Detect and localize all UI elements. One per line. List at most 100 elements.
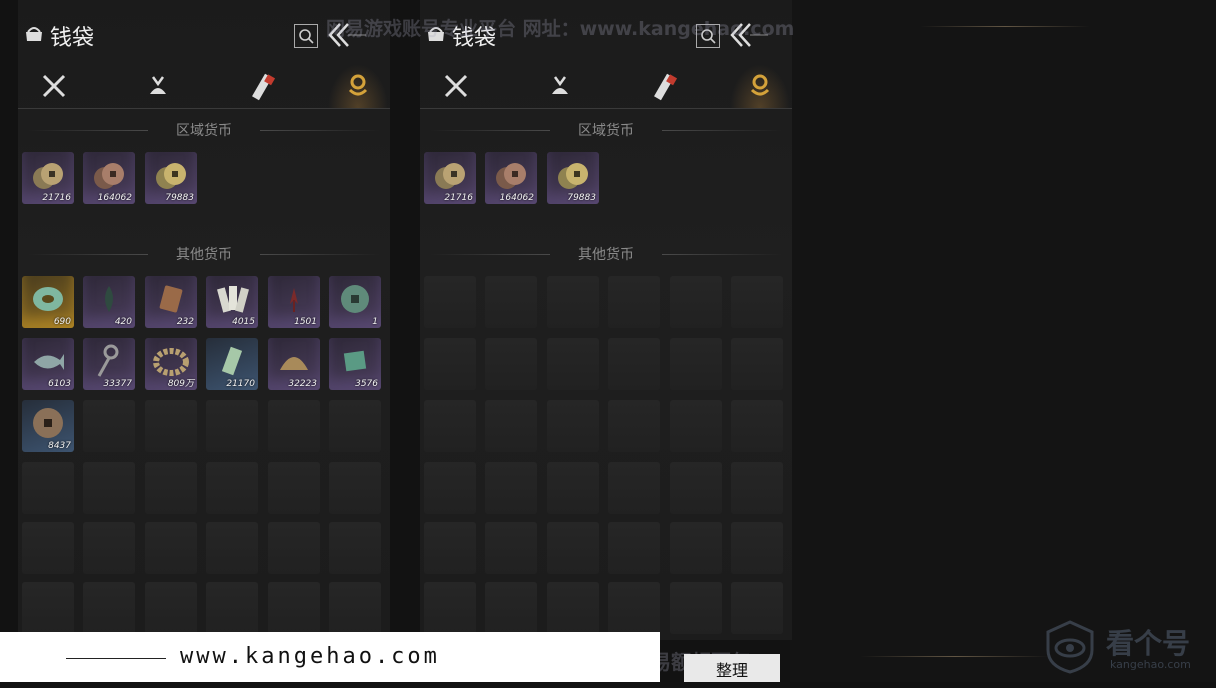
currency-slot[interactable]: 1501: [268, 276, 320, 328]
tab-scrolls[interactable]: [634, 64, 694, 108]
empty-slot[interactable]: [424, 400, 476, 452]
item-count: 6103: [48, 379, 71, 389]
empty-slot[interactable]: [485, 582, 537, 634]
empty-slot[interactable]: [485, 400, 537, 452]
search-button[interactable]: [294, 24, 318, 48]
currency-slot[interactable]: 3576: [329, 338, 381, 390]
empty-slot[interactable]: [485, 276, 537, 328]
currency-slot[interactable]: 79883: [547, 152, 599, 204]
tab-weapons[interactable]: [24, 64, 84, 108]
currency-slot[interactable]: 164062: [485, 152, 537, 204]
currency-slot[interactable]: 4015: [206, 276, 258, 328]
empty-slot[interactable]: [206, 400, 258, 452]
empty-slot[interactable]: [608, 338, 660, 390]
currency-slot[interactable]: 21716: [424, 152, 476, 204]
empty-slot[interactable]: [424, 276, 476, 328]
sort-button[interactable]: 整理: [684, 654, 780, 682]
empty-slot[interactable]: [608, 462, 660, 514]
empty-slot[interactable]: [670, 400, 722, 452]
currency-slot[interactable]: 79883: [145, 152, 197, 204]
crossed-swords-icon: [42, 74, 66, 98]
empty-slot[interactable]: [547, 462, 599, 514]
currency-slot[interactable]: 21716: [22, 152, 74, 204]
tab-scrolls[interactable]: [232, 64, 292, 108]
empty-slot[interactable]: [145, 400, 197, 452]
empty-slot[interactable]: [547, 522, 599, 574]
decorative-line: [860, 656, 1050, 657]
empty-slot[interactable]: [731, 582, 783, 634]
empty-slot[interactable]: [485, 522, 537, 574]
empty-slot[interactable]: [731, 522, 783, 574]
empty-slot[interactable]: [547, 400, 599, 452]
tab-currency[interactable]: [730, 64, 790, 108]
empty-slot[interactable]: [485, 462, 537, 514]
empty-slot[interactable]: [547, 338, 599, 390]
item-count: 164062: [499, 193, 534, 203]
empty-slot[interactable]: [547, 276, 599, 328]
empty-slot[interactable]: [547, 582, 599, 634]
currency-slot[interactable]: 809万: [145, 338, 197, 390]
currency-slot[interactable]: 32223: [268, 338, 320, 390]
empty-slot[interactable]: [670, 462, 722, 514]
currency-slot[interactable]: 21170: [206, 338, 258, 390]
empty-slot[interactable]: [145, 462, 197, 514]
empty-slot[interactable]: [329, 462, 381, 514]
item-count: 79883: [567, 193, 596, 203]
tab-items[interactable]: [530, 64, 590, 108]
category-tabs: [420, 64, 792, 109]
empty-slot[interactable]: [731, 462, 783, 514]
empty-slot[interactable]: [608, 582, 660, 634]
empty-slot[interactable]: [268, 582, 320, 634]
empty-slot[interactable]: [145, 582, 197, 634]
tab-currency[interactable]: [328, 64, 388, 108]
empty-slot[interactable]: [329, 522, 381, 574]
empty-slot[interactable]: [83, 522, 135, 574]
empty-slot[interactable]: [731, 338, 783, 390]
item-count: 21170: [226, 379, 255, 389]
empty-slot[interactable]: [670, 522, 722, 574]
empty-slot[interactable]: [83, 462, 135, 514]
empty-slot[interactable]: [731, 400, 783, 452]
empty-slot[interactable]: [83, 582, 135, 634]
empty-slot[interactable]: [424, 462, 476, 514]
currency-slot[interactable]: 164062: [83, 152, 135, 204]
currency-slot[interactable]: 1: [329, 276, 381, 328]
empty-slot[interactable]: [206, 582, 258, 634]
currency-slot[interactable]: 420: [83, 276, 135, 328]
currency-slot[interactable]: 232: [145, 276, 197, 328]
tab-weapons[interactable]: [426, 64, 486, 108]
empty-slot[interactable]: [22, 522, 74, 574]
empty-slot[interactable]: [22, 462, 74, 514]
empty-slot[interactable]: [424, 522, 476, 574]
empty-slot[interactable]: [83, 400, 135, 452]
empty-slot[interactable]: [268, 522, 320, 574]
empty-slot[interactable]: [268, 462, 320, 514]
empty-slot[interactable]: [268, 400, 320, 452]
empty-slot[interactable]: [608, 276, 660, 328]
empty-slot[interactable]: [608, 400, 660, 452]
empty-slot[interactable]: [329, 582, 381, 634]
empty-slot[interactable]: [424, 582, 476, 634]
logo-subtext: kangehao.com: [1110, 658, 1191, 671]
empty-slot[interactable]: [22, 582, 74, 634]
empty-slot[interactable]: [485, 338, 537, 390]
empty-slot[interactable]: [206, 522, 258, 574]
empty-slot[interactable]: [670, 338, 722, 390]
empty-slot[interactable]: [424, 338, 476, 390]
tab-items[interactable]: [128, 64, 188, 108]
empty-slot[interactable]: [145, 522, 197, 574]
empty-slot[interactable]: [608, 522, 660, 574]
reddish-coin-pile-icon: [496, 163, 526, 189]
currency-slot[interactable]: 33377: [83, 338, 135, 390]
empty-slot[interactable]: [731, 276, 783, 328]
empty-slot[interactable]: [670, 582, 722, 634]
watermark-top: 网易游戏账号专业平台 网址：www.kangehao.com: [326, 18, 795, 40]
copper-coin-pile-icon: [33, 163, 63, 189]
empty-slot[interactable]: [206, 462, 258, 514]
currency-slot[interactable]: 8437: [22, 400, 74, 452]
wallet-panel-left: 钱袋 区域货币 其他货币 21716 164062 79883 690 420 232 4…: [18, 0, 390, 640]
currency-slot[interactable]: 690: [22, 276, 74, 328]
currency-slot[interactable]: 6103: [22, 338, 74, 390]
empty-slot[interactable]: [329, 400, 381, 452]
empty-slot[interactable]: [670, 276, 722, 328]
